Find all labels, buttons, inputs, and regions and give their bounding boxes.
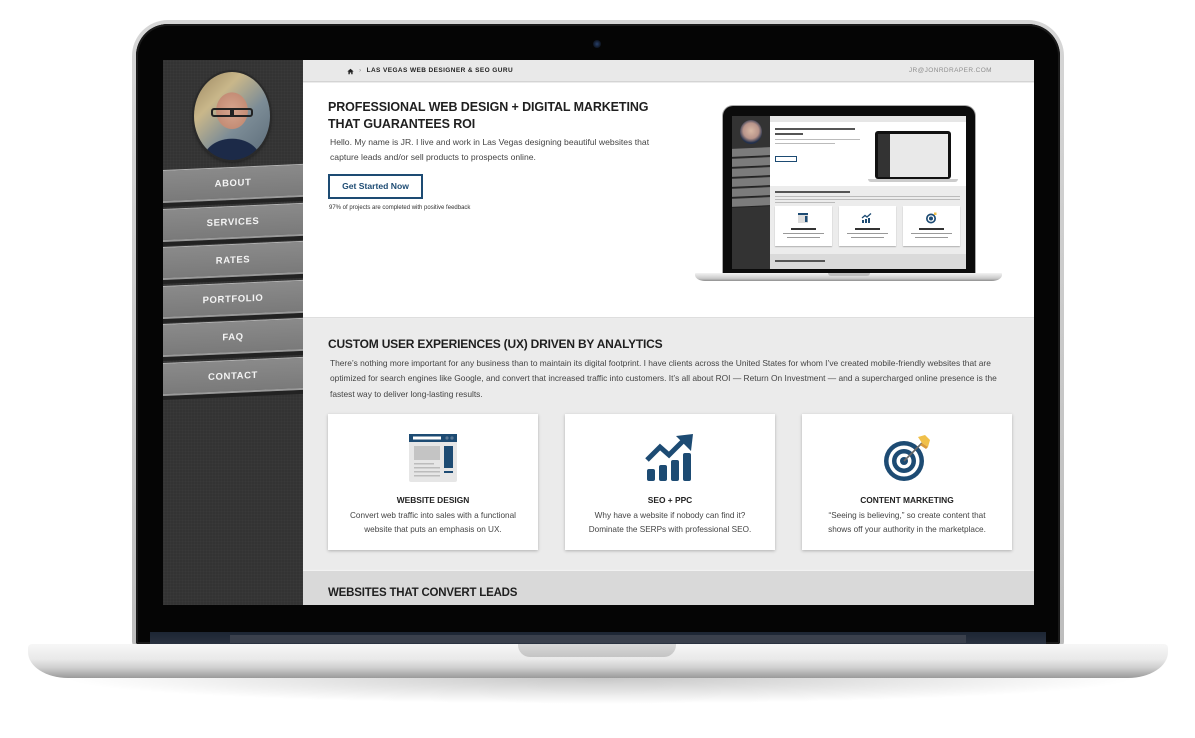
preview-nav-item	[732, 177, 770, 187]
sidebar-item-label: RATES	[215, 254, 251, 267]
preview-card-title	[919, 228, 944, 230]
card-text: Why have a website if nobody can find it…	[588, 511, 752, 534]
card-title: WEBSITE DESIGN	[396, 495, 470, 505]
service-card-content-marketing[interactable]: CONTENT MARKETING “Seeing is believing,”…	[802, 414, 1012, 550]
preview-section-title	[775, 191, 850, 193]
avatar	[194, 72, 270, 160]
preview-text-line	[775, 128, 855, 130]
preview-text-line	[775, 139, 860, 140]
card-title: CONTENT MARKETING	[860, 495, 954, 505]
sidebar-item-portfolio[interactable]: PORTFOLIO	[163, 279, 303, 319]
hero-title: PROFESSIONAL WEB DESIGN + DIGITAL MARKET…	[328, 100, 649, 131]
breadcrumb-separator: ›	[359, 67, 362, 74]
preview-nested-laptop	[868, 131, 958, 185]
preview-target-icon	[926, 212, 937, 224]
preview-card-line	[915, 237, 948, 238]
sidebar-item-label: CONTACT	[208, 369, 258, 383]
preview-text-line	[775, 133, 803, 135]
laptop-preview-image	[695, 106, 1002, 291]
feedback-note: 97% of projects are completed with posit…	[329, 205, 471, 211]
hero-intro: Hello. My name is JR. I live and work in…	[330, 137, 650, 162]
sidebar-nav: ABOUT SERVICES RATES PORTFOLIO FAQ CONTA…	[163, 163, 303, 401]
ux-description: There’s nothing more important for any b…	[330, 358, 997, 399]
preview-card	[775, 206, 832, 246]
sidebar-item-faq[interactable]: FAQ	[163, 317, 303, 357]
service-card-seo-ppc[interactable]: SEO + PPC Why have a website if nobody c…	[565, 414, 775, 550]
preview-screen	[732, 116, 966, 269]
preview-main	[770, 116, 966, 269]
get-started-button[interactable]: Get Started Now	[328, 174, 423, 199]
service-card-website-design[interactable]: WEBSITE DESIGN Convert web traffic into …	[328, 414, 538, 550]
hero-section: PROFESSIONAL WEB DESIGN + DIGITAL MARKET…	[303, 83, 1034, 318]
preview-hero	[770, 122, 966, 186]
preview-card-line	[851, 237, 884, 238]
top-bar: › LAS VEGAS WEB DESIGNER & SEO GURU JR@J…	[303, 60, 1034, 82]
preview-text-line	[775, 199, 960, 200]
ux-section: CUSTOM USER EXPERIENCES (UX) DRIVEN BY A…	[303, 319, 1034, 569]
preview-notch	[828, 273, 870, 276]
preview-section-title	[775, 260, 825, 262]
preview-nested-sidebar	[878, 134, 890, 177]
preview-card-title	[855, 228, 880, 230]
preview-avatar	[740, 120, 762, 144]
webcam-icon	[593, 40, 601, 48]
growth-chart-icon	[645, 434, 693, 481]
preview-card	[839, 206, 896, 246]
sidebar-item-label: SERVICES	[206, 215, 260, 229]
preview-nav-item	[732, 187, 770, 197]
card-title: SEO + PPC	[647, 495, 693, 505]
preview-nested-base	[868, 179, 958, 182]
preview-nav-item	[732, 167, 770, 177]
target-arrow-icon	[884, 435, 930, 481]
preview-chart-icon	[861, 213, 872, 223]
laptop-shadow	[60, 678, 1140, 704]
glasses-detail	[211, 108, 253, 117]
sidebar-item-rates[interactable]: RATES	[163, 240, 303, 280]
sidebar-item-label: ABOUT	[214, 177, 252, 190]
sidebar-item-contact[interactable]: CONTACT	[163, 356, 303, 396]
preview-nested-screen	[878, 134, 948, 177]
breadcrumb: › LAS VEGAS WEB DESIGNER & SEO GURU	[347, 60, 513, 82]
preview-footer-section	[770, 254, 966, 269]
preview-browser-icon	[798, 213, 808, 223]
sidebar-item-about[interactable]: ABOUT	[163, 163, 303, 203]
preview-button	[775, 156, 797, 162]
card-text: Convert web traffic into sales with a fu…	[350, 511, 516, 534]
preview-text-line	[775, 196, 960, 197]
preview-text-line	[775, 202, 835, 203]
preview-sidebar	[732, 116, 770, 269]
sidebar: ABOUT SERVICES RATES PORTFOLIO FAQ CONTA…	[163, 60, 303, 605]
preview-card-line	[783, 233, 824, 234]
breadcrumb-current: LAS VEGAS WEB DESIGNER & SEO GURU	[366, 67, 514, 74]
preview-nav-item	[732, 197, 770, 207]
preview-text-line	[775, 143, 835, 144]
laptop-hinge-inner	[230, 635, 966, 643]
preview-card-line	[911, 233, 952, 234]
sidebar-item-services[interactable]: SERVICES	[163, 202, 303, 242]
card-text: “Seeing is believing,” so create content…	[828, 511, 986, 534]
main-content: › LAS VEGAS WEB DESIGNER & SEO GURU JR@J…	[303, 60, 1034, 605]
preview-card-title	[791, 228, 816, 230]
leads-section: WEBSITES THAT CONVERT LEADS	[303, 570, 1034, 605]
preview-nav-item	[732, 157, 770, 167]
preview-nav-item	[732, 147, 770, 157]
browser-window-icon	[409, 434, 457, 482]
sidebar-item-label: PORTFOLIO	[202, 292, 264, 306]
email-link[interactable]: JR@JONRDRAPER.COM	[909, 60, 992, 82]
laptop-opening-notch	[518, 644, 676, 657]
preview-card-line	[847, 233, 888, 234]
leads-title: WEBSITES THAT CONVERT LEADS	[328, 587, 518, 599]
preview-card	[903, 206, 960, 246]
ux-title: CUSTOM USER EXPERIENCES (UX) DRIVEN BY A…	[328, 337, 663, 351]
home-icon[interactable]	[347, 68, 354, 75]
laptop-screen: ABOUT SERVICES RATES PORTFOLIO FAQ CONTA…	[163, 60, 1034, 605]
sidebar-item-label: FAQ	[222, 331, 244, 344]
preview-card-line	[787, 237, 820, 238]
